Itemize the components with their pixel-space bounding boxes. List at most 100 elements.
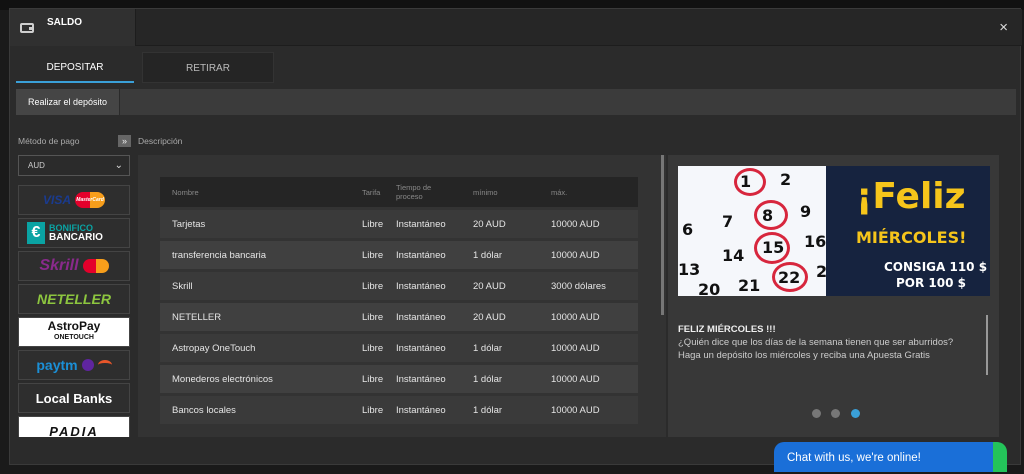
banner-line-1: ¡Feliz [856,176,966,217]
currency-select[interactable]: AUD ⌄ [18,155,130,176]
astropay-logo: AstroPay ONETOUCH [19,318,129,346]
col-name: Nombre [172,188,199,197]
promo-scrollbar[interactable] [986,315,988,375]
methods-table: Nombre Tarifa Tiempo de proceso mínimo m… [160,177,638,424]
cell-time: Instantáneo [396,219,446,230]
method-skrill[interactable]: Skrill [18,251,130,281]
cell-name: Astropay OneTouch [172,343,256,354]
cell-fee: Libre [362,405,384,416]
tab-depositar[interactable]: DEPOSITAR [16,52,134,83]
circle-mark [734,168,766,196]
close-icon[interactable]: × [999,19,1008,36]
chat-widget[interactable]: Chat with us, we're online! [774,442,1007,472]
header-tab: SALDO [10,9,136,46]
method-paytm[interactable]: paytm [18,350,130,380]
promo-body: ¿Quién dice que los días de la semana ti… [678,337,954,361]
cell-name: Skrill [172,281,193,292]
upi-icon [97,360,112,370]
banner-line-4: POR 100 $ [896,276,966,290]
astropay-text: AstroPay [47,319,101,333]
circle-mark [754,200,788,230]
method-visa-mastercard[interactable]: VISA MasterCard [18,185,130,215]
table-row[interactable]: Skrill Libre Instantáneo 20 AUD 3000 dól… [160,269,638,300]
calendar-number: 21 [738,276,761,295]
table-row[interactable]: NETELLER Libre Instantáneo 20 AUD 10000 … [160,300,638,331]
banner-text-panel: ¡Feliz MIÉRCOLES! CONSIGA 110 $ POR 100 … [826,166,990,296]
skrill-text: Skrill [39,257,79,274]
cell-min: 20 AUD [473,312,506,323]
method-local-banks[interactable]: Local Banks [18,383,130,413]
mastercard-logo: MasterCard [75,192,105,208]
method-bonifico-bancario[interactable]: € BONIFICO BANCARIO [18,218,130,248]
description-label: Descripción [138,136,183,146]
method-neteller[interactable]: NETELLER [18,284,130,314]
promo-banner[interactable]: 1 2 6 7 8 9 13 14 15 16 20 21 22 23 ¡F [678,166,990,296]
chevron-down-icon: ⌄ [114,160,123,171]
cell-fee: Libre [362,250,384,261]
cell-min: 20 AUD [473,219,506,230]
cell-max: 10000 AUD [551,250,600,261]
table-header: Nombre Tarifa Tiempo de proceso mínimo m… [160,177,638,207]
cell-name: Tarjetas [172,219,206,230]
carousel-dot[interactable] [831,409,841,418]
cell-fee: Libre [362,219,384,230]
chat-accent [993,442,1007,472]
local-banks-logo: Local Banks [35,390,113,406]
method-local-banks-2[interactable]: PADIA [18,416,130,437]
cell-time: Instantáneo [396,312,446,323]
card-icon [82,259,109,273]
table-row[interactable]: Tarjetas Libre Instantáneo 20 AUD 10000 … [160,207,638,238]
circle-mark [754,232,790,264]
cell-max: 10000 AUD [551,374,600,385]
table-row[interactable]: Bancos locales Libre Instantáneo 1 dólar… [160,393,638,424]
calendar-number: 14 [722,246,745,265]
table-scrollbar[interactable] [661,155,664,315]
cell-time: Instantáneo [396,405,446,416]
onetouch-text: ONETOUCH [54,334,94,341]
calendar-number: 16 [804,232,827,251]
cell-fee: Libre [362,343,384,354]
modal-header: SALDO × [10,9,1022,46]
cell-fee: Libre [362,281,384,292]
cell-max: 10000 AUD [551,219,600,230]
cell-min: 1 dólar [473,250,503,261]
tab-retirar[interactable]: RETIRAR [142,52,274,83]
cell-name: Monederos electrónicos [172,374,273,385]
cell-max: 10000 AUD [551,405,600,416]
make-deposit-tab[interactable]: Realizar el depósito [16,89,120,115]
euro-icon: € [27,222,45,244]
table-row[interactable]: Monederos electrónicos Libre Instantáneo… [160,362,638,393]
cell-time: Instantáneo [396,250,446,261]
currency-value: AUD [28,161,45,170]
table-row[interactable]: transferencia bancaria Libre Instantáneo… [160,238,638,269]
promo-panel: 1 2 6 7 8 9 13 14 15 16 20 21 22 23 ¡F [668,155,999,437]
chat-label: Chat with us, we're online! [787,452,921,464]
skrill-logo: Skrill [19,252,129,280]
carousel-dot[interactable] [812,409,821,418]
cell-max: 3000 dólares [551,281,606,292]
cell-min: 1 dólar [473,343,503,354]
bonifico-logo: € BONIFICO BANCARIO [19,219,129,247]
table-row[interactable]: Astropay OneTouch Libre Instantáneo 1 dó… [160,331,638,362]
banner-line-2: MIÉRCOLES! [856,228,967,247]
sub-toolbar: Realizar el depósito [16,89,1016,115]
carousel-dots [812,405,866,423]
carousel-dot[interactable] [850,409,860,418]
col-process-time: Tiempo de proceso [396,183,432,201]
calendar-number: 13 [678,260,701,279]
cell-max: 10000 AUD [551,343,600,354]
padia-logo: PADIA [19,417,129,437]
calendar-number: 6 [682,220,694,239]
cell-time: Instantáneo [396,281,446,292]
payment-method-label: Método de pago [18,136,80,146]
method-astropay[interactable]: AstroPay ONETOUCH [18,317,130,347]
phonepe-icon [81,359,94,371]
modal-title: SALDO [47,17,82,28]
paytm-text: paytm [36,357,78,373]
cell-name: transferencia bancaria [172,250,266,261]
payment-methods-list: VISA MasterCard € BONIFICO BANCARIO Skri… [18,185,130,437]
circle-mark [772,262,808,292]
expand-button[interactable]: » [118,135,131,147]
calendar-graphic: 1 2 6 7 8 9 13 14 15 16 20 21 22 23 [678,166,838,296]
bancario-text: BANCARIO [49,232,103,243]
